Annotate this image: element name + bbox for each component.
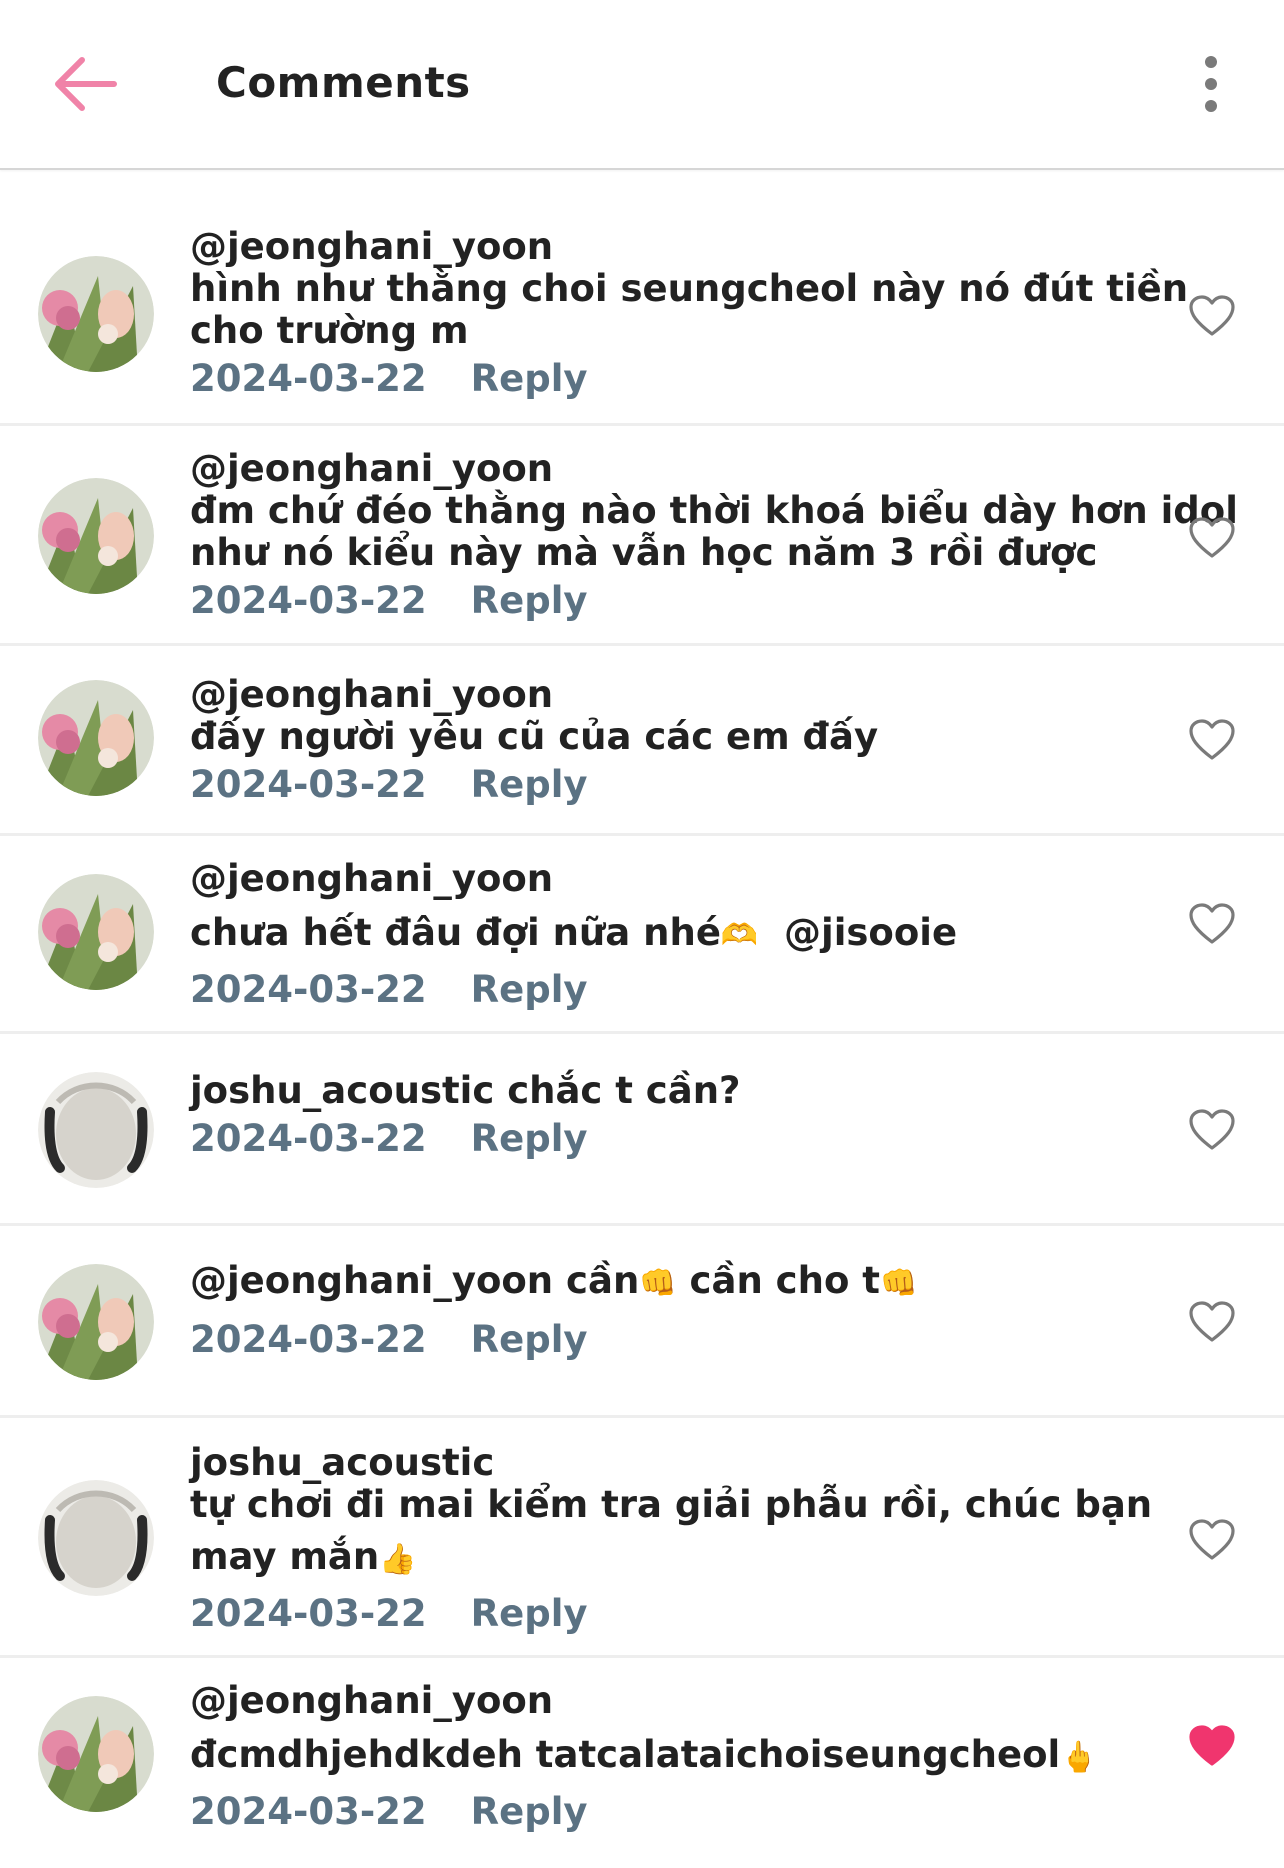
comment-body: @jeonghani_yoon cần👊 cần cho t👊 2024-03-… xyxy=(190,1260,1138,1361)
comment-body: @jeonghani_yoon đấy người yêu cũ của các… xyxy=(190,674,1138,806)
heart-hands-emoji: 🫶 xyxy=(720,918,759,953)
comment-username[interactable]: @jeonghani_yoon xyxy=(190,674,1138,716)
comment-text: cần xyxy=(566,1259,640,1302)
mention-link[interactable]: @jisooie xyxy=(784,911,957,954)
comment-date: 2024-03-22 xyxy=(190,357,427,400)
reply-button[interactable]: Reply xyxy=(471,763,588,806)
comment-username[interactable]: @jeonghani_yoon xyxy=(190,858,1138,900)
comment-date: 2024-03-22 xyxy=(190,1790,427,1833)
comment-date: 2024-03-22 xyxy=(190,1117,427,1160)
user-avatar[interactable] xyxy=(38,1264,154,1380)
comment-username[interactable]: @jeonghani_yoon xyxy=(190,448,1138,490)
user-avatar[interactable] xyxy=(38,256,154,372)
user-avatar[interactable] xyxy=(38,874,154,990)
comment-body: joshu_acoustic chắc t cần? 2024-03-22 Rep… xyxy=(190,1070,1138,1160)
comment-username[interactable]: @jeonghani_yoon xyxy=(190,226,1138,268)
comment-text: cần cho t xyxy=(689,1259,880,1302)
comment-date: 2024-03-22 xyxy=(190,1592,427,1635)
comment-row: joshu_acoustic tự chơi đi mai kiểm tra g… xyxy=(0,1418,1284,1658)
back-arrow-icon[interactable] xyxy=(48,52,120,116)
comment-body: @jeonghani_yoon chưa hết đâu đợi nữa nhé… xyxy=(190,858,1138,1011)
user-avatar[interactable] xyxy=(38,1696,154,1812)
comment-date: 2024-03-22 xyxy=(190,1318,427,1361)
comment-text: hình như thằng choi seungcheol này nó đú… xyxy=(190,267,1189,310)
comment-row: @jeonghani_yoon cần👊 cần cho t👊 2024-03-… xyxy=(0,1226,1284,1418)
comment-text: đcmdhjehdkdeh tatcalataichoiseungcheol xyxy=(190,1733,1061,1776)
thumbs-up-emoji: 👍 xyxy=(379,1542,417,1577)
comment-text: tự chơi đi mai kiểm tra giải phẫu rồi, c… xyxy=(190,1483,1153,1526)
comment-body: @jeonghani_yoon hình như thằng choi seun… xyxy=(190,226,1189,400)
comment-username[interactable]: joshu_acoustic xyxy=(190,1442,1138,1484)
heart-icon[interactable] xyxy=(1188,718,1236,762)
comment-row: @jeonghani_yoon đm chứ đéo thằng nào thờ… xyxy=(0,426,1284,646)
comment-body: @jeonghani_yoon đm chứ đéo thằng nào thờ… xyxy=(190,448,1238,622)
fist-emoji: 👊 xyxy=(639,1266,677,1301)
comment-text: đm chứ đéo thằng nào thời khoá biểu dày … xyxy=(190,489,1238,532)
reply-button[interactable]: Reply xyxy=(471,1592,588,1635)
comment-date: 2024-03-22 xyxy=(190,968,427,1011)
comment-row: @jeonghani_yoon hình như thằng choi seun… xyxy=(0,170,1284,426)
more-options-icon[interactable] xyxy=(1196,54,1226,114)
comment-text: chưa hết đâu đợi nữa nhé xyxy=(190,911,721,954)
comment-list: @jeonghani_yoon hình như thằng choi seun… xyxy=(0,170,1284,1858)
comment-username[interactable]: joshu_acoustic xyxy=(190,1069,494,1112)
reply-button[interactable]: Reply xyxy=(471,968,588,1011)
middle-finger-emoji: 🖕 xyxy=(1060,1740,1098,1775)
page-title: Comments xyxy=(216,58,471,107)
comment-body: @jeonghani_yoon đcmdhjehdkdeh tatcalatai… xyxy=(190,1680,1138,1833)
heart-icon[interactable] xyxy=(1188,902,1236,946)
reply-button[interactable]: Reply xyxy=(471,579,588,622)
comment-row: @jeonghani_yoon đcmdhjehdkdeh tatcalatai… xyxy=(0,1658,1284,1858)
comment-text: như nó kiểu này mà vẫn học năm 3 rồi đượ… xyxy=(190,531,1098,574)
fist-emoji: 👊 xyxy=(879,1266,918,1301)
user-avatar[interactable] xyxy=(38,478,154,594)
comment-text: đấy người yêu cũ của các em đấy xyxy=(190,715,879,758)
comment-text: chắc t cần? xyxy=(507,1069,741,1112)
comment-row: @jeonghani_yoon chưa hết đâu đợi nữa nhé… xyxy=(0,836,1284,1034)
heart-icon[interactable] xyxy=(1188,1108,1236,1152)
reply-button[interactable]: Reply xyxy=(471,1318,588,1361)
comment-row: joshu_acoustic chắc t cần? 2024-03-22 Rep… xyxy=(0,1034,1284,1226)
reply-button[interactable]: Reply xyxy=(471,1117,588,1160)
heart-icon[interactable] xyxy=(1188,1518,1236,1562)
comment-username[interactable]: @jeonghani_yoon xyxy=(190,1680,1138,1722)
heart-icon[interactable] xyxy=(1188,516,1236,560)
comment-date: 2024-03-22 xyxy=(190,763,427,806)
reply-button[interactable]: Reply xyxy=(471,1790,588,1833)
comment-text: may mắn xyxy=(190,1535,380,1578)
comment-username[interactable]: @jeonghani_yoon xyxy=(190,1259,553,1302)
comment-text: cho trường m xyxy=(190,309,469,352)
top-app-bar: Comments xyxy=(0,0,1284,170)
heart-icon[interactable] xyxy=(1188,294,1236,338)
comment-row: @jeonghani_yoon đấy người yêu cũ của các… xyxy=(0,646,1284,836)
comment-date: 2024-03-22 xyxy=(190,579,427,622)
heart-filled-icon[interactable] xyxy=(1188,1724,1236,1768)
comment-body: joshu_acoustic tự chơi đi mai kiểm tra g… xyxy=(190,1442,1153,1635)
reply-button[interactable]: Reply xyxy=(471,357,588,400)
heart-icon[interactable] xyxy=(1188,1300,1236,1344)
user-avatar[interactable] xyxy=(38,1480,154,1596)
user-avatar[interactable] xyxy=(38,680,154,796)
user-avatar[interactable] xyxy=(38,1072,154,1188)
